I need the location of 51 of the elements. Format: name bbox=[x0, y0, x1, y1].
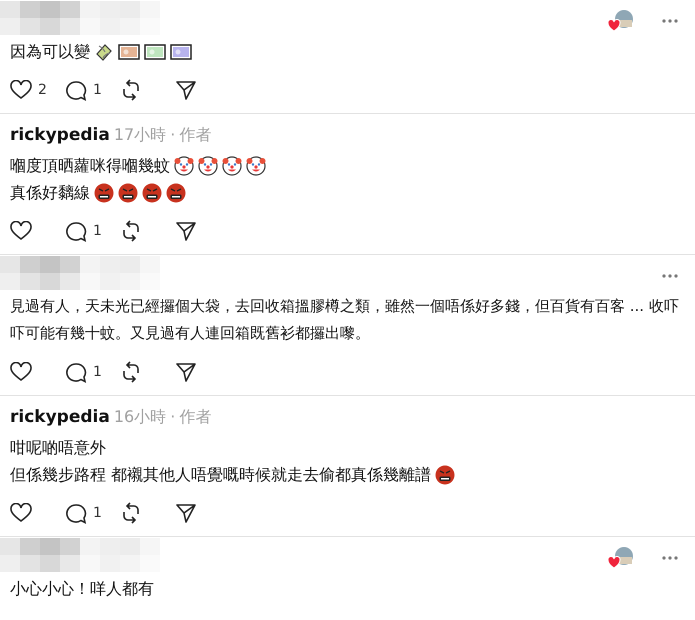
comment-text: 見過有人，天未光已經攞個大袋，去回收箱搵膠樽之類，雖然一個唔係好多錢，但百貨有百客 ... 收吓吓可能有幾十蚊。又見過有人連回箱既舊衫都攞出嚟。 bbox=[10, 296, 680, 344]
author-tag: 作者 bbox=[179, 406, 212, 428]
more-icon[interactable] bbox=[661, 18, 679, 24]
repost-icon[interactable] bbox=[120, 361, 142, 383]
banknote-icon bbox=[170, 44, 192, 60]
like-icon[interactable] bbox=[10, 221, 32, 241]
reply-count: 1 bbox=[93, 82, 102, 98]
comment-text: 但係幾步路程 都襯其他人唔覺嘅時候就走去偷都真係幾離譜 bbox=[10, 464, 432, 486]
separator-dot: · bbox=[170, 124, 176, 144]
clown-face-icon bbox=[246, 156, 266, 176]
reply-count: 1 bbox=[93, 505, 102, 521]
repost-icon[interactable] bbox=[120, 79, 142, 101]
like-icon[interactable] bbox=[10, 80, 32, 100]
separator-dot: · bbox=[170, 406, 176, 426]
post-time: 16小時 bbox=[114, 406, 166, 428]
like-count: 2 bbox=[38, 82, 47, 98]
repost-icon[interactable] bbox=[120, 220, 142, 242]
comment-text: 咁呢啲唔意外 bbox=[10, 437, 106, 459]
comment-text: 真係好黐線 bbox=[10, 182, 90, 204]
comment-text: 嗰度頂晒蘿咪得嗰幾蚊 bbox=[10, 155, 170, 177]
clown-face-icon bbox=[174, 156, 194, 176]
repost-icon[interactable] bbox=[120, 502, 142, 524]
banknote-icon bbox=[144, 44, 166, 60]
reply-count: 1 bbox=[93, 364, 102, 380]
send-icon[interactable] bbox=[175, 502, 197, 524]
banknote-icon bbox=[118, 44, 140, 60]
send-icon[interactable] bbox=[175, 361, 197, 383]
comment-icon[interactable] bbox=[65, 502, 87, 524]
angry-face-icon bbox=[142, 182, 162, 202]
comment-icon[interactable] bbox=[65, 220, 87, 242]
like-icon[interactable] bbox=[10, 503, 32, 523]
send-icon[interactable] bbox=[175, 220, 197, 242]
username[interactable]: rickypedia bbox=[10, 124, 110, 144]
angry-face-icon bbox=[166, 182, 186, 202]
comment-text: 因為可以變 bbox=[10, 41, 90, 63]
more-icon[interactable] bbox=[661, 273, 679, 279]
clown-face-icon bbox=[222, 156, 242, 176]
post-time: 17小時 bbox=[114, 124, 166, 146]
clown-face-icon bbox=[198, 156, 218, 176]
author-tag: 作者 bbox=[179, 124, 212, 146]
like-icon[interactable] bbox=[10, 362, 32, 382]
angry-face-icon bbox=[118, 182, 138, 202]
comment-text: 小心小心！咩人都有 bbox=[10, 578, 154, 600]
username[interactable]: rickypedia bbox=[10, 406, 110, 426]
angry-face-icon bbox=[94, 182, 114, 202]
reply-count: 1 bbox=[93, 223, 102, 239]
comment-icon[interactable] bbox=[65, 80, 87, 100]
comment-icon[interactable] bbox=[65, 362, 87, 382]
more-icon[interactable] bbox=[661, 555, 679, 561]
angry-face-icon bbox=[435, 464, 456, 484]
send-icon[interactable] bbox=[175, 79, 197, 101]
